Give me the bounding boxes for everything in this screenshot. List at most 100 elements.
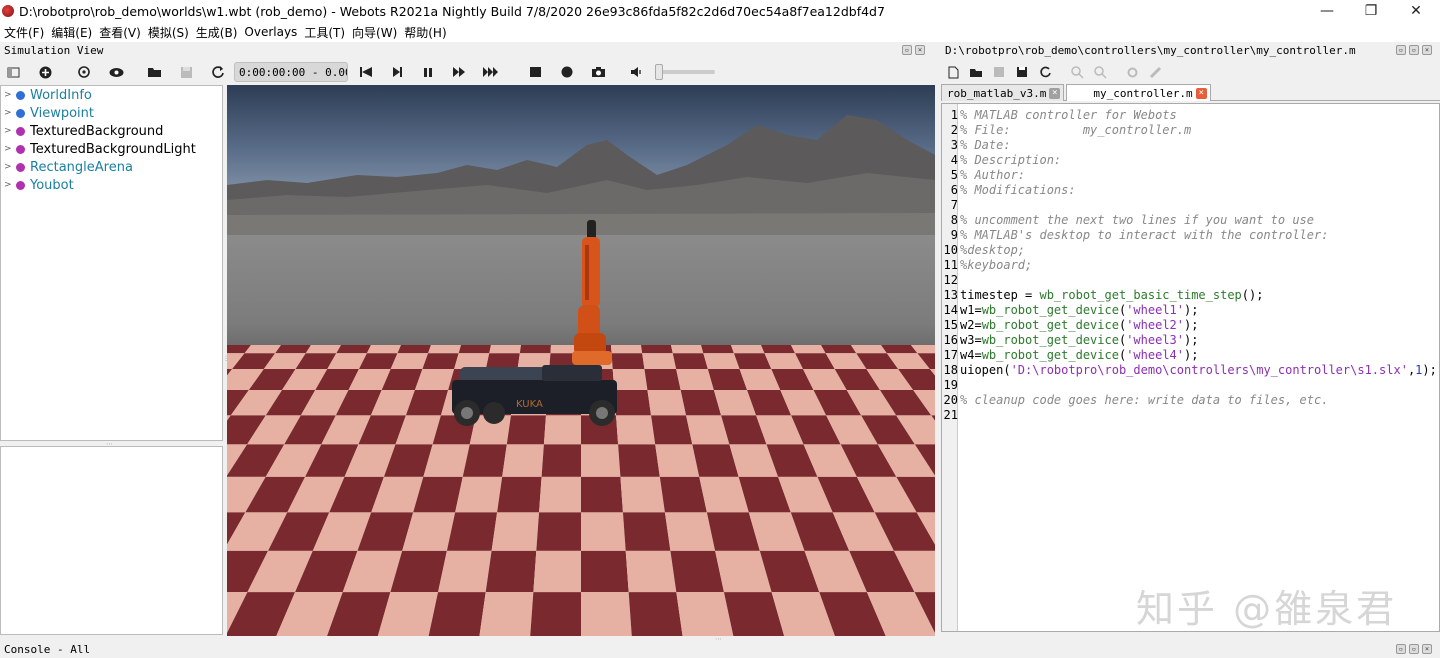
- expand-arrow-icon[interactable]: >: [1, 90, 13, 100]
- float-panel-icon[interactable]: ▫: [1396, 45, 1406, 55]
- screenshot-icon[interactable]: [588, 62, 608, 82]
- open-file-icon[interactable]: [966, 62, 986, 82]
- editor-tabs: rob_matlab_v3.m × my_controller.m ×: [941, 84, 1440, 101]
- simulation-view-title: Simulation View: [4, 44, 104, 57]
- comment-token: % MATLAB's desktop to interact with the …: [960, 228, 1329, 242]
- expand-arrow-icon[interactable]: >: [1, 126, 13, 136]
- floor-tile: [438, 550, 492, 593]
- code-text: % cleanup code goes here: write data to …: [958, 393, 1328, 408]
- line-number: 12: [943, 273, 958, 287]
- tree-item-texturedbackground[interactable]: > TexturedBackground: [1, 122, 222, 140]
- code-token: w1=: [960, 303, 982, 317]
- scene-tree: > WorldInfo > Viewpoint > TexturedBackgr…: [0, 85, 223, 441]
- float-panel-icon[interactable]: ▫: [1396, 644, 1406, 654]
- expand-arrow-icon[interactable]: >: [1, 108, 13, 118]
- close-tab-icon[interactable]: ×: [1049, 87, 1061, 99]
- new-file-icon[interactable]: [943, 62, 963, 82]
- tree-item-viewpoint[interactable]: > Viewpoint: [1, 104, 222, 122]
- movie-icon[interactable]: [525, 62, 545, 82]
- tree-item-texturedbackgroundlight[interactable]: > TexturedBackgroundLight: [1, 140, 222, 158]
- menu-build[interactable]: 生成(B): [195, 24, 244, 41]
- tree-item-worldinfo[interactable]: > WorldInfo: [1, 86, 222, 104]
- 3d-view[interactable]: KUKA: [227, 85, 935, 636]
- floor-tile: [485, 550, 537, 593]
- minimize-button[interactable]: —: [1304, 0, 1350, 22]
- build-icon[interactable]: [1122, 62, 1142, 82]
- code-editor[interactable]: 1% MATLAB controller for Webots 2% File: …: [941, 103, 1440, 632]
- expand-arrow-icon[interactable]: >: [1, 144, 13, 154]
- code-token: uiopen(: [960, 363, 1011, 377]
- tab-my-controller[interactable]: my_controller.m ×: [1066, 84, 1211, 101]
- floor-tile: [581, 550, 629, 593]
- record-icon[interactable]: [557, 62, 577, 82]
- find-icon[interactable]: [1067, 62, 1087, 82]
- expand-arrow-icon[interactable]: >: [1, 162, 13, 172]
- close-button[interactable]: ✕: [1393, 0, 1439, 22]
- add-node-icon[interactable]: [35, 62, 55, 82]
- close-panel-icon[interactable]: ×: [1422, 644, 1432, 654]
- reload-world-icon[interactable]: [208, 62, 228, 82]
- clean-icon[interactable]: [1145, 62, 1165, 82]
- code-token: w3=: [960, 333, 982, 347]
- menu-file[interactable]: 文件(F): [3, 24, 50, 41]
- volume-slider[interactable]: [655, 64, 715, 80]
- tree-item-youbot[interactable]: > Youbot: [1, 176, 222, 194]
- maximize-panel-icon[interactable]: ▫: [1409, 644, 1419, 654]
- eye-icon[interactable]: [106, 62, 126, 82]
- replace-icon[interactable]: [1090, 62, 1110, 82]
- menu-help[interactable]: 帮助(H): [403, 24, 452, 41]
- maximize-panel-icon[interactable]: ▫: [1409, 45, 1419, 55]
- close-tab-icon[interactable]: ×: [1195, 87, 1207, 99]
- code-line: 8% uncomment the next two lines if you w…: [942, 213, 1314, 228]
- save-disabled-icon[interactable]: [989, 62, 1009, 82]
- floor-tile: [851, 345, 887, 354]
- close-panel-icon[interactable]: ×: [1422, 45, 1432, 55]
- code-text: w3=wb_robot_get_device('wheel3');: [958, 333, 1198, 348]
- run-realtime-icon[interactable]: [449, 62, 469, 82]
- reset-simulation-icon[interactable]: [356, 62, 376, 82]
- revert-icon[interactable]: [1035, 62, 1055, 82]
- step-icon[interactable]: [387, 62, 407, 82]
- zhihu-watermark: 知乎 @雒泉君: [1136, 587, 1398, 631]
- float-panel-icon[interactable]: ▫: [902, 45, 912, 55]
- floor-tile: [676, 369, 714, 391]
- menu-edit[interactable]: 编辑(E): [50, 24, 98, 41]
- node-dot-icon: [16, 126, 25, 136]
- code-token: );: [1184, 333, 1199, 347]
- simulation-view-header: Simulation View ▫ ×: [0, 42, 935, 59]
- floor-tile: [581, 512, 626, 551]
- menu-wizards[interactable]: 向导(W): [351, 24, 403, 41]
- save-world-icon[interactable]: [176, 62, 196, 82]
- volume-slider-thumb[interactable]: [655, 64, 663, 80]
- code-token: );: [1422, 363, 1437, 377]
- tab-rob-matlab-v3[interactable]: rob_matlab_v3.m ×: [941, 84, 1065, 101]
- floor-tile: [670, 550, 724, 593]
- menu-overlays[interactable]: Overlays: [243, 25, 303, 39]
- menu-view[interactable]: 查看(V): [98, 24, 147, 41]
- floor-tile: [651, 415, 693, 445]
- floor-tile: [628, 592, 683, 636]
- code-line: 6% Modifications:: [942, 183, 1076, 198]
- menu-simulation[interactable]: 模拟(S): [147, 24, 195, 41]
- menu-tools[interactable]: 工具(T): [303, 24, 351, 41]
- code-token: 'D:\robotpro\rob_demo\controllers\my_con…: [1010, 363, 1408, 377]
- open-world-icon[interactable]: [144, 62, 164, 82]
- code-token: );: [1184, 348, 1199, 362]
- floor-tile: [672, 353, 708, 370]
- floor-tile: [659, 476, 707, 513]
- line-number: 1: [950, 108, 958, 122]
- maximize-button[interactable]: ❐: [1348, 0, 1394, 22]
- toggle-scene-tree-icon[interactable]: [3, 62, 23, 82]
- tree-item-rectanglearena[interactable]: > RectangleArena: [1, 158, 222, 176]
- pause-icon[interactable]: [418, 62, 438, 82]
- close-panel-icon[interactable]: ×: [915, 45, 925, 55]
- save-all-icon[interactable]: [1012, 62, 1032, 82]
- reset-view-icon[interactable]: [74, 62, 94, 82]
- floor-tile: [539, 476, 581, 513]
- volume-icon[interactable]: [627, 62, 647, 82]
- line-number: 18: [943, 363, 958, 377]
- fast-forward-icon[interactable]: [480, 62, 500, 82]
- line-number: 4: [950, 153, 958, 167]
- expand-arrow-icon[interactable]: >: [1, 180, 13, 190]
